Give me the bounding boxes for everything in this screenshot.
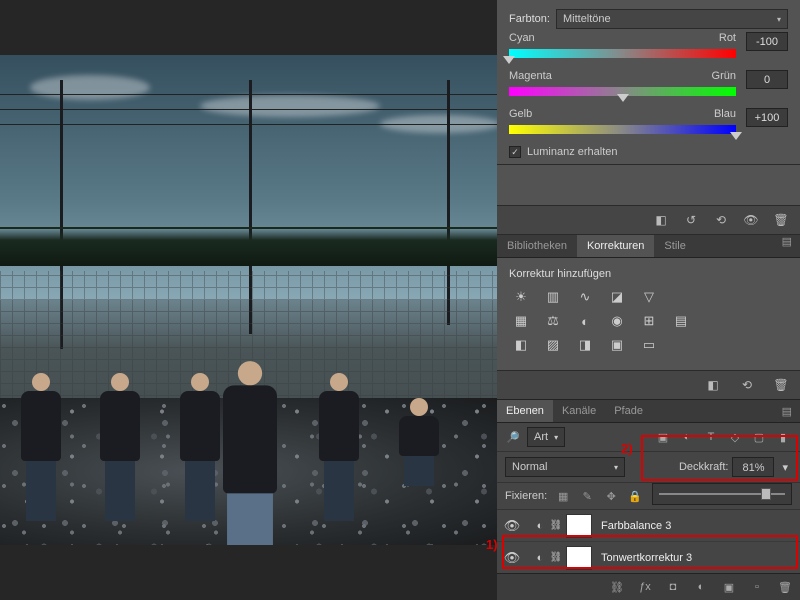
- tab-bibliotheken[interactable]: Bibliotheken: [497, 235, 577, 257]
- new-group-icon[interactable]: ▣: [720, 578, 738, 596]
- layer-style-icon[interactable]: ƒx: [636, 578, 654, 596]
- layers-menu-icon[interactable]: ▤: [774, 405, 800, 418]
- preserve-luminance-checkbox[interactable]: ✓ Luminanz erhalten: [509, 146, 788, 158]
- new-layer-icon[interactable]: ▫: [748, 578, 766, 596]
- posterize-icon[interactable]: ▨: [543, 336, 563, 354]
- properties-footer: ◧ ↺ ⟲ 👁 🗑: [497, 205, 800, 234]
- slider-value-box-2[interactable]: +100: [746, 108, 788, 127]
- slider-value-box-1[interactable]: 0: [746, 70, 788, 89]
- curves-icon[interactable]: ∿: [575, 288, 595, 306]
- invert-icon[interactable]: ◧: [511, 336, 531, 354]
- blend-mode-select[interactable]: Normal: [505, 457, 625, 477]
- tab-stile[interactable]: Stile: [654, 235, 695, 257]
- mid-tabs: Bibliotheken Korrekturen Stile ▤: [497, 234, 800, 258]
- color-balance-icon[interactable]: ⚖: [543, 312, 563, 330]
- filter-smart-icon[interactable]: ▢: [750, 428, 768, 446]
- opacity-dropdown-icon[interactable]: ▾: [778, 461, 792, 474]
- lock-transparent-icon[interactable]: ▦: [555, 488, 571, 504]
- visibility-icon[interactable]: 👁: [740, 209, 762, 231]
- filter-shape-icon[interactable]: ◇: [726, 428, 744, 446]
- tab-kanale[interactable]: Kanäle: [553, 400, 605, 422]
- opacity-input[interactable]: 81%: [732, 457, 774, 477]
- color-balance-slider-1[interactable]: [509, 84, 736, 98]
- slider-right-label: Blau: [714, 108, 736, 120]
- new-fill-adj-icon[interactable]: ◐: [692, 578, 710, 596]
- panels-column: Farbton: Mitteltöne Cyan Rot -100 Magenta…: [497, 0, 800, 600]
- slider-left-label: Magenta: [509, 70, 552, 82]
- adjustments-panel: Korrektur hinzufügen ☀ ▥ ∿ ◪ ▽ ▦ ⚖ ◐ ◉ ⊞…: [497, 258, 800, 370]
- canvas-area[interactable]: [0, 0, 497, 600]
- delete-icon[interactable]: 🗑: [770, 209, 792, 231]
- adjustments-title: Korrektur hinzufügen: [509, 268, 788, 280]
- opacity-slider[interactable]: [652, 483, 792, 505]
- adjustment-icon[interactable]: ◐: [531, 552, 549, 564]
- panel-menu-icon[interactable]: ▤: [774, 235, 800, 257]
- layers-list[interactable]: 👁 ◐ ⛓ Farbbalance 3👁 ◐ ⛓ Tonwertkorrektu…: [497, 510, 800, 573]
- document-image: [0, 55, 497, 545]
- visibility-icon[interactable]: 👁: [501, 550, 523, 566]
- brightness-icon[interactable]: ☀: [511, 288, 531, 306]
- annotation-1: 1): [486, 537, 498, 552]
- tab-korrekturen[interactable]: Korrekturen: [577, 235, 654, 257]
- gradient-map-icon[interactable]: ▭: [639, 336, 659, 354]
- bw-icon[interactable]: ◐: [575, 312, 595, 330]
- slider-value-box-0[interactable]: -100: [746, 32, 788, 51]
- tab-ebenen[interactable]: Ebenen: [497, 400, 553, 422]
- filter-kind-select[interactable]: Art: [527, 427, 565, 447]
- slider-left-label: Cyan: [509, 32, 535, 44]
- color-balance-slider-2[interactable]: [509, 122, 736, 136]
- adjustment-icon[interactable]: ◐: [531, 520, 549, 532]
- lock-position-icon[interactable]: ✥: [603, 488, 619, 504]
- lock-pixels-icon[interactable]: ✎: [579, 488, 595, 504]
- tone-select[interactable]: Mitteltöne: [556, 9, 788, 29]
- reset-icon[interactable]: ⟲: [710, 209, 732, 231]
- layers-filter-row: 🔎 Art ▣ ◐ T ◇ ▢ ▮: [497, 423, 800, 452]
- levels-icon[interactable]: ▥: [543, 288, 563, 306]
- color-balance-panel: Farbton: Mitteltöne Cyan Rot -100 Magenta…: [497, 0, 800, 165]
- delete-layer-icon[interactable]: 🗑: [776, 578, 794, 596]
- hue-sat-icon[interactable]: ▦: [511, 312, 531, 330]
- annotation-2: 2): [621, 441, 633, 456]
- link-layers-icon[interactable]: ⛓: [608, 578, 626, 596]
- slider-right-label: Rot: [719, 32, 736, 44]
- channel-mixer-icon[interactable]: ⊞: [639, 312, 659, 330]
- adj-clip-icon[interactable]: ◧: [702, 374, 724, 396]
- adj-delete-icon[interactable]: 🗑: [770, 374, 792, 396]
- layer-mask-thumb[interactable]: [566, 546, 592, 570]
- search-icon[interactable]: 🔎: [505, 431, 521, 444]
- link-icon: ⛓: [549, 520, 563, 531]
- layers-panel: Ebenen Kanäle Pfade ▤ 🔎 Art ▣ ◐ T ◇ ▢ ▮ …: [497, 399, 800, 600]
- exposure-icon[interactable]: ◪: [607, 288, 627, 306]
- adj-reset-icon[interactable]: ⟲: [736, 374, 758, 396]
- tab-pfade[interactable]: Pfade: [605, 400, 652, 422]
- filter-image-icon[interactable]: ▣: [654, 428, 672, 446]
- filter-adjust-icon[interactable]: ◐: [678, 428, 696, 446]
- tone-label: Farbton:: [509, 13, 550, 25]
- clip-to-layer-icon[interactable]: ◧: [650, 209, 672, 231]
- threshold-icon[interactable]: ◨: [575, 336, 595, 354]
- layer-row[interactable]: 👁 ◐ ⛓ Farbbalance 3: [497, 510, 800, 542]
- layer-name[interactable]: Tonwertkorrektur 3: [601, 552, 692, 564]
- selective-color-icon[interactable]: ▣: [607, 336, 627, 354]
- lock-label: Fixieren:: [505, 490, 547, 502]
- vibrance-icon[interactable]: ▽: [639, 288, 659, 306]
- add-mask-icon[interactable]: ◘: [664, 578, 682, 596]
- visibility-icon[interactable]: 👁: [501, 518, 523, 534]
- view-previous-icon[interactable]: ↺: [680, 209, 702, 231]
- photo-filter-icon[interactable]: ◉: [607, 312, 627, 330]
- layer-mask-thumb[interactable]: [566, 514, 592, 538]
- opacity-label: Deckkraft:: [679, 461, 729, 473]
- layer-name[interactable]: Farbbalance 3: [601, 520, 671, 532]
- slider-right-label: Grün: [712, 70, 736, 82]
- color-lookup-icon[interactable]: ▤: [671, 312, 691, 330]
- slider-left-label: Gelb: [509, 108, 532, 120]
- layers-footer: ⛓ ƒx ◘ ◐ ▣ ▫ 🗑: [497, 573, 800, 600]
- lock-all-icon[interactable]: 🔒: [627, 488, 643, 504]
- layer-row[interactable]: 👁 ◐ ⛓ Tonwertkorrektur 3: [497, 542, 800, 573]
- color-balance-slider-0[interactable]: [509, 46, 736, 60]
- filter-toggle-icon[interactable]: ▮: [774, 428, 792, 446]
- checkbox-icon: ✓: [509, 146, 521, 158]
- filter-type-icon[interactable]: T: [702, 428, 720, 446]
- link-icon: ⛓: [549, 552, 563, 563]
